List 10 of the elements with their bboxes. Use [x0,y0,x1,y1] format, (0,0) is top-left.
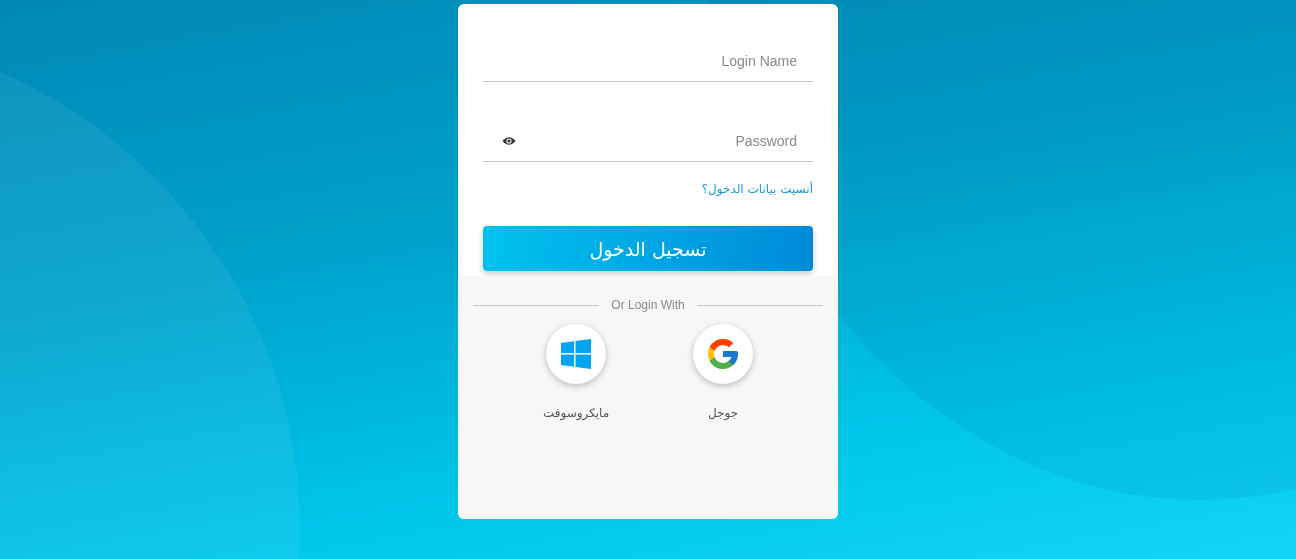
input-field[interactable]: Login Name [483,40,813,82]
provider-label: جوجل [708,406,739,420]
eye-icon[interactable] [502,136,516,146]
windows-logo-icon [561,339,592,369]
microsoft-login-button[interactable] [546,324,607,384]
google-login-button[interactable] [693,324,754,384]
login-button[interactable]: تسجيل الدخول [483,226,813,271]
divider-label: Or Login With [611,298,685,312]
forgot-credentials-link[interactable]: أنسيت بيانات الدخول؟ [701,182,813,196]
provider-label: مايكروسوفت [542,406,610,420]
